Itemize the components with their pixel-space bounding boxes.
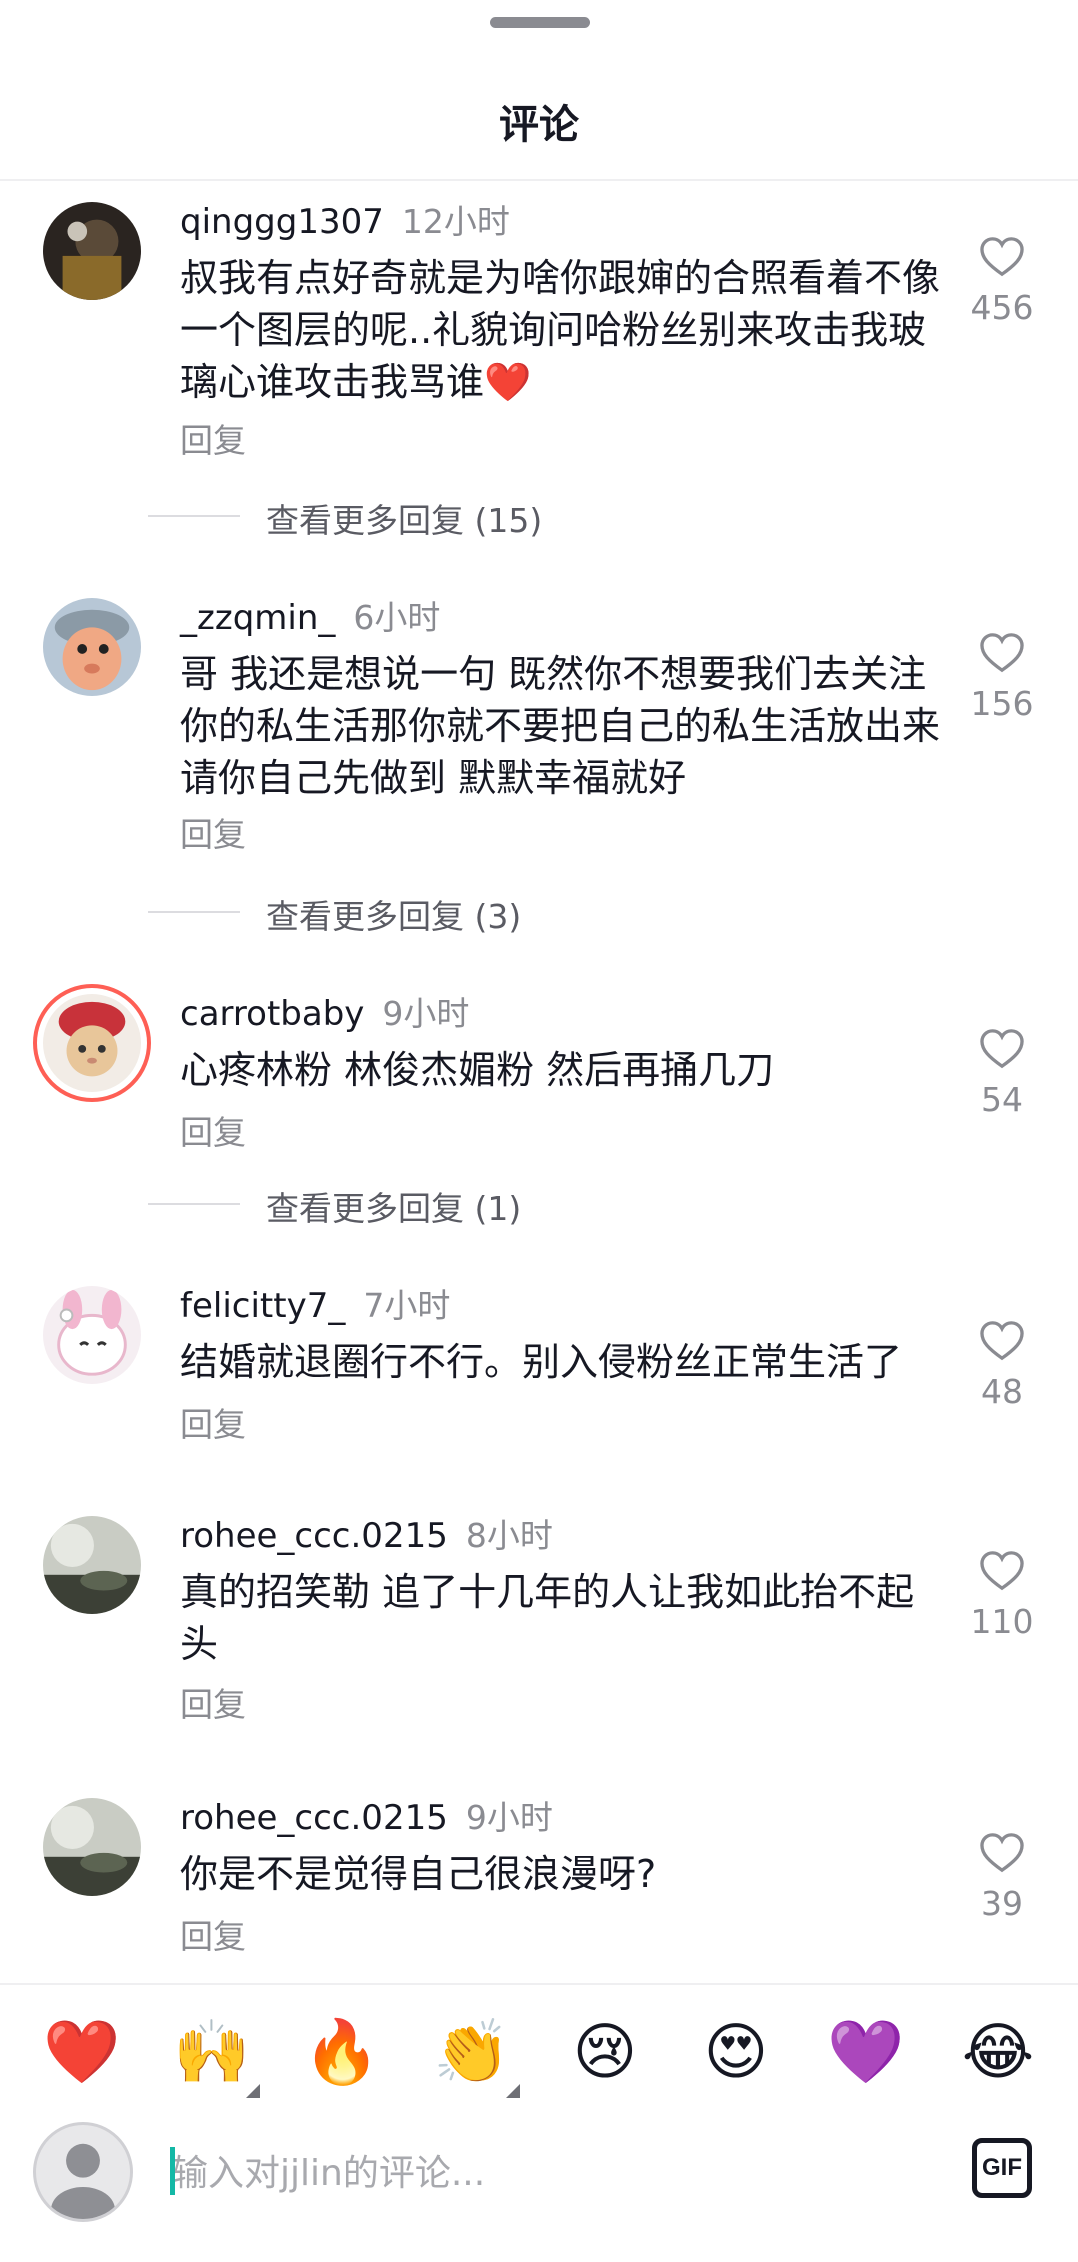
- like-count: 54: [981, 1080, 1023, 1119]
- timestamp: 7小时: [363, 1286, 451, 1325]
- username[interactable]: qinggg1307: [180, 202, 384, 242]
- username[interactable]: _zzqmin_: [180, 598, 335, 638]
- user-avatar[interactable]: [33, 2122, 133, 2222]
- emoji-fire-button[interactable]: 🔥: [302, 2012, 382, 2092]
- divider-line: [148, 515, 240, 517]
- comment-meta: felicitty7_ 7小时: [180, 1286, 450, 1326]
- reply-button[interactable]: 回复: [180, 1678, 246, 1726]
- emoji-clapping-glyph: 👏: [433, 2015, 511, 2088]
- view-more-replies[interactable]: 查看更多回复 (3): [148, 890, 848, 936]
- sheet-grabber[interactable]: [490, 17, 590, 28]
- like-count: 456: [970, 288, 1034, 327]
- like-count: 110: [970, 1602, 1034, 1641]
- comment-meta: _zzqmin_ 6小时: [180, 598, 440, 638]
- comment-text: 你是不是觉得自己很浪漫呀?: [180, 1852, 657, 1896]
- username[interactable]: rohee_ccc.0215: [180, 1798, 448, 1838]
- avatar[interactable]: [43, 202, 141, 300]
- avatar[interactable]: [43, 1516, 141, 1614]
- avatar[interactable]: [43, 598, 141, 696]
- avatar[interactable]: [33, 984, 151, 1102]
- comment-meta: rohee_ccc.0215 9小时: [180, 1798, 553, 1838]
- variant-indicator-icon: [506, 2084, 520, 2098]
- default-avatar-icon: [51, 2143, 115, 2219]
- comment-text: 结婚就退圈行不行。别入侵粉丝正常生活了: [180, 1340, 903, 1384]
- like-button[interactable]: 48: [962, 1320, 1042, 1411]
- comment-text: 真的招笑勒 追了十几年的人让我如此抬不起头: [180, 1570, 915, 1666]
- emoji-heart-eyes-button[interactable]: 😍: [696, 2012, 776, 2092]
- comment-meta: qinggg1307 12小时: [180, 202, 510, 242]
- divider-line: [148, 911, 240, 913]
- avatar-image: [43, 994, 141, 1092]
- page-title: 评论: [499, 102, 579, 148]
- emoji-raising-hands-button[interactable]: 🙌: [172, 2012, 260, 2098]
- heart-icon: [980, 1321, 1024, 1361]
- like-button[interactable]: 54: [962, 1028, 1042, 1119]
- username[interactable]: carrotbaby: [180, 994, 364, 1034]
- like-count: 156: [970, 684, 1034, 723]
- view-more-label: 查看更多回复 (1): [266, 1189, 522, 1228]
- emoji-clapping-button[interactable]: 👏: [432, 2012, 520, 2098]
- username[interactable]: felicitty7_: [180, 1286, 345, 1326]
- view-more-replies[interactable]: 查看更多回复 (15): [148, 494, 848, 540]
- timestamp: 9小时: [382, 994, 470, 1033]
- timestamp: 8小时: [465, 1516, 553, 1555]
- heart-icon: [980, 1551, 1024, 1591]
- reply-button[interactable]: 回复: [180, 414, 246, 462]
- comment-text: 心疼林粉 林俊杰媚粉 然后再捅几刀: [180, 1048, 775, 1092]
- emoji-bar-divider: [0, 1983, 1078, 1985]
- reply-button[interactable]: 回复: [180, 1106, 246, 1154]
- heart-icon: [980, 1833, 1024, 1873]
- view-more-label: 查看更多回复 (15): [266, 501, 543, 540]
- header-divider: [0, 179, 1078, 181]
- view-more-replies[interactable]: 查看更多回复 (1): [148, 1182, 848, 1228]
- like-button[interactable]: 156: [962, 632, 1042, 723]
- avatar[interactable]: [43, 1286, 141, 1384]
- timestamp: 12小时: [401, 202, 510, 241]
- text-caret: [170, 2147, 175, 2195]
- gif-button[interactable]: GIF: [972, 2138, 1032, 2198]
- reply-button[interactable]: 回复: [180, 1910, 246, 1958]
- username[interactable]: rohee_ccc.0215: [180, 1516, 448, 1556]
- emoji-raising-hands-glyph: 🙌: [173, 2015, 251, 2088]
- divider-line: [148, 1203, 240, 1205]
- comment-input[interactable]: [170, 2140, 934, 2206]
- comment-text: 哥 我还是想说一句 既然你不想要我们去关注你的私生活那你就不要把自己的私生活放出…: [180, 652, 941, 800]
- avatar[interactable]: [43, 1798, 141, 1896]
- like-button[interactable]: 456: [962, 236, 1042, 327]
- emoji-crying-button[interactable]: 😢: [565, 2012, 645, 2092]
- heart-icon: [980, 237, 1024, 277]
- like-count: 48: [981, 1372, 1023, 1411]
- comment-meta: rohee_ccc.0215 8小时: [180, 1516, 553, 1556]
- reply-button[interactable]: 回复: [180, 808, 246, 856]
- like-count: 39: [981, 1884, 1023, 1923]
- variant-indicator-icon: [246, 2084, 260, 2098]
- comment-meta: carrotbaby 9小时: [180, 994, 469, 1034]
- emoji-purple-heart-button[interactable]: 💜: [826, 2012, 906, 2092]
- timestamp: 9小时: [465, 1798, 553, 1837]
- like-button[interactable]: 110: [962, 1550, 1042, 1641]
- reply-button[interactable]: 回复: [180, 1398, 246, 1446]
- comment-text: 叔我有点好奇就是为啥你跟婶的合照看着不像一个图层的呢..礼貌询问哈粉丝别来攻击我…: [180, 256, 941, 404]
- emoji-tears-of-joy-button[interactable]: 😂: [958, 2012, 1038, 2092]
- heart-icon: [980, 1029, 1024, 1069]
- heart-icon: [980, 633, 1024, 673]
- like-button[interactable]: 39: [962, 1832, 1042, 1923]
- timestamp: 6小时: [353, 598, 441, 637]
- emoji-heart-button[interactable]: ❤️: [42, 2012, 122, 2092]
- view-more-label: 查看更多回复 (3): [266, 897, 522, 936]
